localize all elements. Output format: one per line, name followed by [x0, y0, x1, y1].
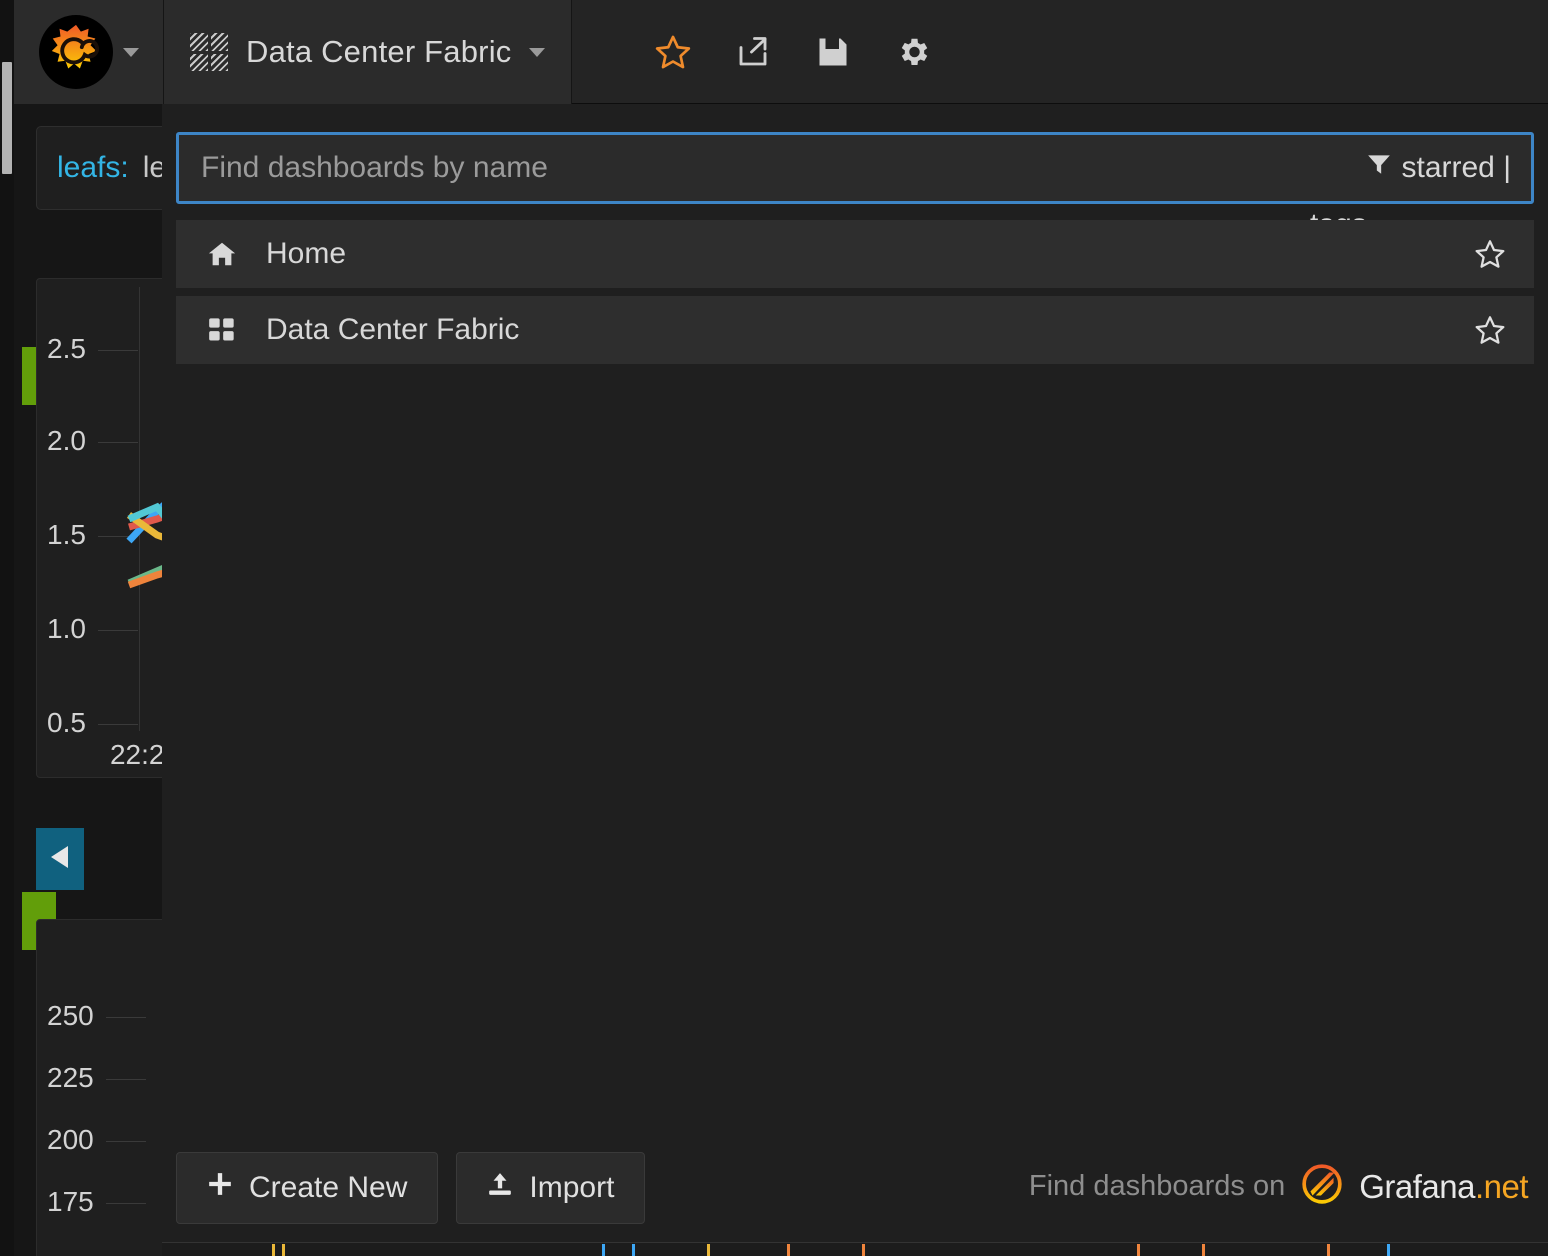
y-axis-tick: 200	[47, 1124, 94, 1155]
search-results-list: Home Data Center Fabric	[176, 220, 1534, 372]
search-filters[interactable]: starred |	[1366, 151, 1532, 185]
import-button[interactable]: Import	[456, 1152, 646, 1224]
grafana-app: leafs: le 2.5 2.0 1.5 1.0 0.5 22:29 250 …	[0, 0, 1548, 1256]
filter-funnel-icon	[1366, 151, 1392, 185]
upload-icon	[487, 1171, 513, 1205]
save-icon[interactable]	[812, 31, 854, 73]
dashboard-title: Data Center Fabric	[246, 34, 512, 69]
create-new-button[interactable]: Create New	[176, 1152, 439, 1224]
bottom-graph-panel-peek[interactable]	[162, 1242, 1548, 1256]
create-new-label: Create New	[249, 1171, 408, 1204]
chevron-down-icon	[122, 47, 139, 57]
import-label: Import	[529, 1171, 615, 1204]
grafana-net-logo-icon	[1301, 1163, 1343, 1210]
caret-left-icon	[48, 843, 72, 876]
plus-icon	[207, 1171, 233, 1205]
list-item-label: Data Center Fabric	[266, 313, 520, 346]
grafana-net-brand: Grafana.net	[1359, 1167, 1528, 1205]
th-large-icon	[200, 316, 244, 344]
th-large-hatched-icon	[190, 33, 228, 71]
dashboard-toolbar	[626, 0, 934, 104]
grafana-net-link[interactable]: Find dashboards on Grafana.net	[1028, 1163, 1529, 1210]
grafana-menu-button[interactable]	[14, 0, 164, 104]
y-axis-tick: 225	[47, 1062, 94, 1093]
row-collapse-button[interactable]	[36, 828, 84, 890]
search-bar: starred |	[176, 132, 1534, 204]
y-axis-tick: 175	[47, 1186, 94, 1217]
share-icon[interactable]	[732, 31, 774, 73]
template-variable-label: leafs:	[57, 151, 129, 184]
star-outline-icon[interactable]	[1470, 238, 1510, 270]
dashboard-title-picker[interactable]: Data Center Fabric	[164, 0, 573, 104]
find-dashboards-text: Find dashboards on	[1028, 1170, 1286, 1202]
list-item[interactable]: Home	[176, 220, 1534, 288]
y-axis-tick: 250	[47, 1000, 94, 1031]
list-item[interactable]: Data Center Fabric	[176, 296, 1534, 364]
chevron-down-icon	[529, 47, 546, 57]
page-scrollbar-track[interactable]	[0, 0, 14, 1256]
top-navigation-bar: Data Center Fabric	[14, 0, 1548, 104]
dashboard-search-overlay: starred | tags Home	[162, 104, 1548, 1256]
star-outline-icon[interactable]	[1470, 314, 1510, 346]
gear-icon[interactable]	[892, 31, 934, 73]
grafana-logo-icon	[38, 15, 113, 89]
home-icon	[200, 239, 244, 269]
list-item-label: Home	[266, 237, 347, 270]
search-footer-actions: Create New Import	[176, 1152, 646, 1224]
star-icon[interactable]	[652, 31, 694, 73]
page-scrollbar-thumb[interactable]	[2, 62, 12, 174]
search-input[interactable]	[179, 135, 1366, 201]
filter-starred-label[interactable]: starred |	[1402, 151, 1512, 185]
